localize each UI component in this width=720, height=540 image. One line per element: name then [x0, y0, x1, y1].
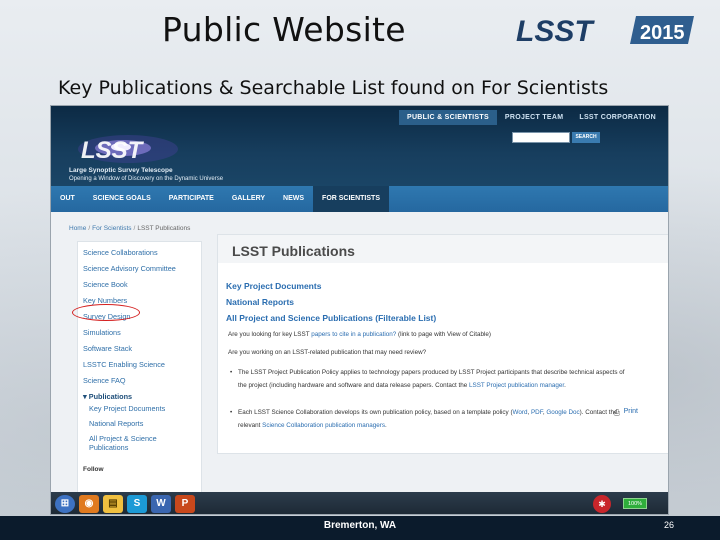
highlight-circle — [72, 304, 140, 321]
nav-gallery[interactable]: GALLERY — [223, 186, 274, 212]
logo-year: 2015 — [640, 22, 685, 44]
link-word[interactable]: Word — [513, 409, 528, 416]
nav-about[interactable]: OUT — [51, 186, 84, 212]
sidebar-item-science-advisory-committee[interactable]: Science Advisory Committee — [83, 264, 196, 273]
link-all-publications[interactable]: All Project and Science Publications (Fi… — [226, 313, 436, 323]
firefox-icon[interactable]: ◉ — [79, 495, 99, 513]
site-tagline: Opening a Window of Discovery on the Dyn… — [69, 176, 224, 182]
top-navigation: PUBLIC & SCIENTISTS PROJECT TEAM LSST CO… — [398, 110, 664, 125]
bullet2-post: . — [385, 421, 387, 429]
site-logo-text: LSST — [81, 137, 145, 164]
topnav-project-team[interactable]: PROJECT TEAM — [497, 110, 571, 125]
print-link[interactable]: Print — [624, 408, 638, 415]
link-national-reports[interactable]: National Reports — [226, 297, 294, 307]
site-logo[interactable]: LSST — [73, 132, 193, 166]
bullet-collaboration-policy: Each LSST Science Collaboration develops… — [230, 407, 630, 432]
main-content: LSST Publications Key Project Documents … — [217, 234, 668, 454]
breadcrumb: Home / For Scientists / LSST Publications — [69, 225, 191, 232]
sidebar-follow-label: Follow — [83, 466, 104, 473]
sidebar-item-science-faq[interactable]: Science FAQ — [83, 376, 196, 385]
question-review: Are you working on an LSST-related publi… — [228, 349, 427, 356]
word-icon[interactable]: W — [151, 495, 171, 513]
start-button-icon[interactable]: ⊞ — [55, 495, 75, 513]
file-explorer-icon[interactable]: ▤ — [103, 495, 123, 513]
breadcrumb-home[interactable]: Home — [69, 225, 86, 232]
topnav-lsst-corporation[interactable]: LSST CORPORATION — [571, 110, 664, 125]
search-input[interactable] — [512, 132, 570, 143]
slide-title: Public Website — [162, 10, 406, 49]
print-icon[interactable]: ⎙ — [614, 408, 620, 418]
bullet2-pre: Each LSST Science Collaboration develops… — [238, 409, 513, 416]
sidebar-subitem-all-publications[interactable]: All Project & Science Publications — [89, 434, 196, 452]
question-cite-post: (link to page with View of Citable) — [396, 331, 491, 338]
nav-for-scientists[interactable]: FOR SCIENTISTS — [313, 186, 389, 212]
sidebar-section-publications[interactable]: ▾ Publications — [83, 392, 196, 401]
sidebar-subitem-national-reports[interactable]: National Reports — [89, 419, 196, 428]
nav-participate[interactable]: PARTICIPATE — [160, 186, 223, 212]
page-title: LSST Publications — [232, 243, 355, 259]
sidebar-item-lsstc-enabling-science[interactable]: LSSTC Enabling Science — [83, 360, 196, 369]
topnav-public-scientists[interactable]: PUBLIC & SCIENTISTS — [398, 110, 497, 125]
question-cite-pre: Are you looking for key LSST — [228, 331, 312, 338]
website-screenshot: PUBLIC & SCIENTISTS PROJECT TEAM LSST CO… — [50, 105, 669, 515]
link-google-doc[interactable]: Google Doc — [546, 409, 579, 416]
sidebar: Science Collaborations Science Advisory … — [77, 241, 202, 514]
skype-icon[interactable]: S — [127, 495, 147, 513]
search-button[interactable]: SEARCH — [572, 132, 600, 143]
sidebar-item-science-collaborations[interactable]: Science Collaborations — [83, 248, 196, 257]
bullet1-post: . — [564, 381, 566, 389]
sidebar-item-science-book[interactable]: Science Book — [83, 280, 196, 289]
question-cite: Are you looking for key LSST papers to c… — [228, 329, 658, 341]
sidebar-item-software-stack[interactable]: Software Stack — [83, 344, 196, 353]
powerpoint-icon[interactable]: P — [175, 495, 195, 513]
slide-subtitle: Key Publications & Searchable List found… — [58, 77, 609, 99]
link-papers-to-cite[interactable]: papers to cite in a publication? — [311, 331, 396, 338]
battery-indicator[interactable]: 100% — [623, 498, 647, 509]
link-collaboration-managers[interactable]: Science Collaboration publication manage… — [262, 422, 385, 429]
footer-location: Bremerton, WA — [323, 520, 397, 531]
link-project-publication-manager[interactable]: LSST Project publication manager — [469, 382, 564, 389]
bullet-project-policy: The LSST Project Publication Policy appl… — [230, 367, 630, 392]
lsst-2015-logo: LSST 2015 — [516, 15, 694, 46]
nav-science-goals[interactable]: SCIENCE GOALS — [84, 186, 160, 212]
link-pdf[interactable]: PDF — [531, 409, 543, 416]
logo-text: LSST — [516, 15, 595, 46]
windows-taskbar: ⊞ ◉ ▤ S W P ✱ 100% — [51, 492, 668, 514]
site-name: Large Synoptic Survey Telescope — [69, 167, 173, 174]
nav-news[interactable]: NEWS — [274, 186, 313, 212]
page-number: 26 — [663, 520, 674, 530]
sidebar-section-label: Publications — [88, 392, 133, 401]
sidebar-subitem-key-project-documents[interactable]: Key Project Documents — [89, 404, 196, 413]
main-navigation: OUT SCIENCE GOALS PARTICIPATE GALLERY NE… — [51, 186, 668, 212]
breadcrumb-current: LSST Publications — [137, 225, 191, 232]
bullet1-pre: The LSST Project Publication Policy appl… — [238, 369, 625, 389]
link-key-project-documents[interactable]: Key Project Documents — [226, 281, 321, 291]
antivirus-tray-icon[interactable]: ✱ — [593, 495, 611, 513]
site-header: PUBLIC & SCIENTISTS PROJECT TEAM LSST CO… — [51, 106, 668, 186]
breadcrumb-for-scientists[interactable]: For Scientists — [92, 225, 131, 232]
sidebar-item-simulations[interactable]: Simulations — [83, 328, 196, 337]
